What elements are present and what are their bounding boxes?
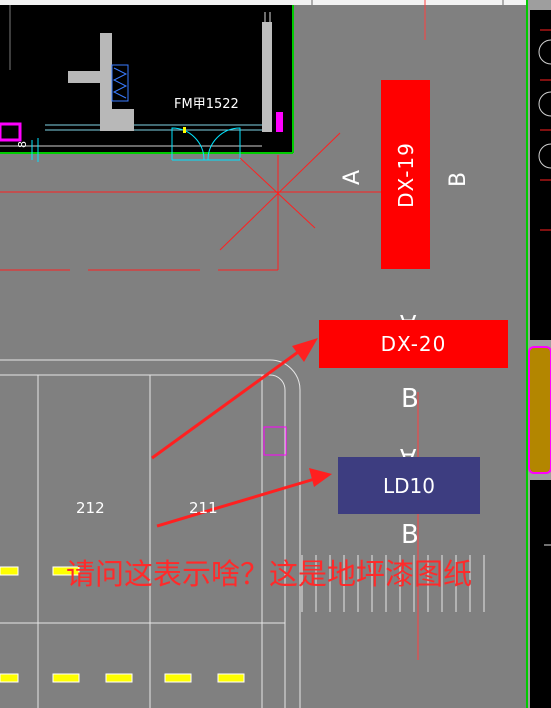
marking-block-dx20: DX-20 — [319, 320, 508, 368]
cad-drawing-canvas: FM甲1522 8 A B A B A B 212 211 DX-19 DX-2… — [0, 0, 551, 708]
zone-label-left: A — [340, 169, 365, 185]
marking-block-ld10: LD10 — [338, 457, 480, 514]
room-number-left: 8 — [16, 141, 29, 148]
door-hinge — [183, 127, 186, 133]
question-annotation: 请问这表示啥？这是地坪漆图纸 — [66, 557, 473, 591]
column-horizontal — [68, 71, 112, 83]
parking-inner-boundary — [0, 374, 286, 708]
magenta-marker — [276, 112, 283, 132]
arrow-to-ld10-head — [309, 468, 332, 487]
right-black-strip — [530, 10, 551, 340]
right-black-strip-lower — [530, 480, 551, 708]
arrow-to-dx20-head — [292, 338, 318, 362]
pillar-marker — [263, 426, 287, 456]
bottom-label: B — [401, 520, 419, 550]
parking-number: 212 — [76, 499, 105, 517]
marking-code: DX-19 — [393, 141, 418, 208]
arrow-to-dx20-shaft — [151, 345, 306, 460]
marking-code: DX-20 — [380, 332, 447, 356]
zone-label-right: B — [446, 171, 471, 187]
wall-segment — [262, 22, 272, 132]
column-base — [100, 109, 134, 131]
arrow-to-ld10-shaft — [156, 476, 319, 528]
side-orange-block — [528, 346, 551, 474]
building-block — [0, 5, 293, 153]
marking-block-dx19: DX-19 — [381, 80, 430, 269]
parking-number: 211 — [189, 499, 218, 517]
marking-code: LD10 — [383, 473, 435, 498]
top-edge — [0, 0, 551, 5]
room-label: FM甲1522 — [174, 97, 239, 112]
mid-label: B — [401, 384, 419, 414]
